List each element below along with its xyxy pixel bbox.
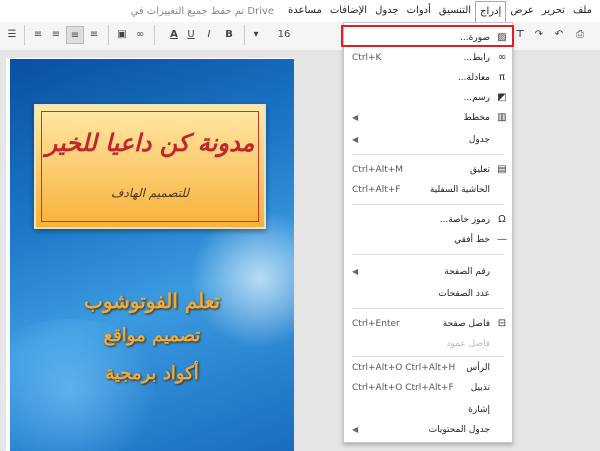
drawing-icon: ◩ — [497, 92, 507, 103]
menu-item-bookmark[interactable]: إشارة — [344, 401, 512, 419]
redo-icon[interactable]: ↷ — [532, 26, 546, 44]
menu-bar: ملف تحرير عرض إدراج التنسيق أدوات جدول ا… — [0, 0, 600, 22]
banner-title: مدونة كن داعيا للخير — [45, 128, 255, 157]
submenu-arrow-icon: ◀ — [352, 113, 359, 122]
tagline-line-1: تعلم الفوتوشوب — [83, 289, 221, 313]
pi-icon: π — [498, 72, 506, 83]
menu-table[interactable]: جدول — [371, 1, 403, 21]
align-right-icon[interactable]: ≡ — [48, 26, 64, 44]
comment-icon[interactable]: ▣ — [114, 26, 130, 44]
menu-item-chart[interactable]: ▥ ◀ مخطط — [344, 109, 512, 127]
menu-divider — [352, 154, 504, 155]
menu-item-page-number[interactable]: ◀ رقم الصفحة — [344, 263, 512, 281]
link-icon[interactable]: ∞ — [132, 26, 148, 44]
submenu-arrow-icon: ◀ — [352, 425, 359, 434]
italic-button[interactable]: I — [202, 26, 216, 44]
align-justify-icon[interactable]: ≡ — [30, 26, 46, 44]
menu-addons[interactable]: الإضافات — [326, 1, 371, 21]
link-icon: ∞ — [497, 52, 507, 63]
toolbar-divider — [108, 25, 109, 45]
menu-item-column-break: فاصل عمود — [446, 339, 490, 349]
menu-item-drawing[interactable]: ◩ رسم... — [344, 89, 512, 107]
align-center-icon[interactable]: ≡ — [66, 26, 84, 44]
menu-format[interactable]: التنسيق — [435, 1, 475, 21]
paint-format-icon[interactable]: ⊤ — [512, 26, 528, 44]
toolbar-divider — [244, 25, 245, 45]
menu-item-table-of-contents[interactable]: ◀ جدول المحتويات — [344, 421, 512, 439]
menu-item-equation[interactable]: π معادلة... — [344, 69, 512, 87]
hr-icon: — — [497, 234, 507, 245]
page-break-icon: ⊟ — [497, 318, 507, 329]
menu-divider — [352, 254, 504, 255]
menu-item-header[interactable]: Ctrl+Alt+O Ctrl+Alt+H الرأس — [344, 359, 512, 377]
menu-item-horizontal-line[interactable]: — خط أفقي — [344, 231, 512, 249]
comment-icon: ▤ — [497, 164, 507, 175]
menu-item-page-break[interactable]: ⊟ Ctrl+Enter فاصل صفحة — [344, 315, 512, 333]
cover-image[interactable]: مدونة كن داعيا للخير للتصميم الهادف تعلم… — [10, 59, 294, 451]
insert-menu-dropdown: ▨ صورة... ∞ Ctrl+K رابط... π معادلة... ◩… — [343, 22, 513, 443]
text-color-button[interactable]: A — [166, 26, 182, 44]
banner-subtitle: للتصميم الهادف — [111, 186, 189, 200]
undo-icon[interactable]: ↶ — [552, 26, 566, 44]
menu-edit[interactable]: تحرير — [538, 1, 569, 21]
menu-file[interactable]: ملف — [569, 1, 596, 21]
toolbar-divider — [24, 25, 25, 45]
font-size-value[interactable]: 16 — [274, 26, 294, 44]
menu-tools[interactable]: أدوات — [403, 1, 435, 21]
menu-divider — [352, 308, 504, 309]
align-left-icon[interactable]: ≡ — [86, 26, 102, 44]
menu-help[interactable]: مساعدة — [284, 1, 326, 21]
title-banner: مدونة كن داعيا للخير للتصميم الهادف — [34, 104, 266, 229]
underline-button[interactable]: U — [184, 26, 198, 44]
bold-button[interactable]: B — [222, 26, 236, 44]
menu-item-footnote[interactable]: Ctrl+Alt+F الحاشية السفلية — [344, 181, 512, 199]
tagline-line-3: أكواد برمجية — [105, 363, 199, 384]
toolbar-divider — [154, 25, 155, 45]
menu-item-table[interactable]: ◀ جدول — [344, 131, 512, 149]
menu-item-page-count[interactable]: عدد الصفحات — [344, 285, 512, 303]
chart-icon: ▥ — [497, 112, 507, 123]
menu-divider — [352, 204, 504, 205]
menu-item-footer[interactable]: Ctrl+Alt+O Ctrl+Alt+F تذييل — [344, 379, 512, 397]
tagline-line-2: تصميم مواقع — [103, 325, 201, 346]
menu-view[interactable]: عرض — [506, 1, 538, 21]
menu-divider — [352, 356, 504, 357]
highlight-box — [341, 25, 514, 47]
submenu-arrow-icon: ◀ — [352, 135, 359, 144]
save-status: تم حفظ جميع التغييرات في Drive — [130, 5, 275, 17]
print-icon[interactable]: ⎙ — [572, 26, 588, 44]
menu-item-special-characters[interactable]: Ω رموز خاصة... — [344, 211, 512, 229]
omega-icon: Ω — [498, 214, 506, 225]
menu-item-comment[interactable]: ▤ Ctrl+Alt+M تعليق — [344, 161, 512, 179]
submenu-arrow-icon: ◀ — [352, 267, 359, 276]
menu-insert[interactable]: إدراج — [475, 0, 507, 22]
menu-item-link[interactable]: ∞ Ctrl+K رابط... — [344, 49, 512, 67]
line-spacing-icon[interactable]: ☰ — [4, 26, 20, 44]
font-size-dropdown-icon[interactable]: ▾ — [250, 26, 262, 44]
